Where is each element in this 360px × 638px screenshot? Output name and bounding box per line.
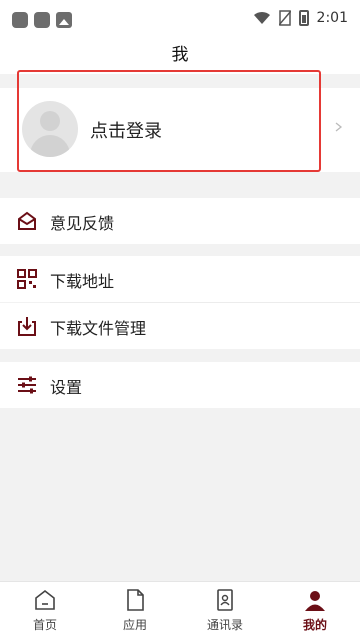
nav-tab-home[interactable]: 首页 — [0, 582, 90, 638]
avatar[interactable] — [22, 101, 78, 157]
menu-item-feedback[interactable]: 意见反馈 — [0, 198, 360, 244]
nav-tab-contacts[interactable]: 通讯录 — [180, 582, 270, 638]
nav-tab-mine[interactable]: 我的 — [270, 582, 360, 638]
document-icon — [127, 589, 144, 611]
battery-icon — [298, 10, 309, 26]
menu-label-feedback: 意见反馈 — [50, 214, 115, 233]
status-time: 2:01 — [316, 10, 348, 26]
menu-item-download-manager[interactable]: 下载文件管理 — [0, 303, 360, 349]
notification-icon — [12, 12, 28, 28]
status-bar: 2:01 — [0, 0, 360, 40]
nav-label-apps: 应用 — [122, 618, 147, 632]
qr-code-icon — [17, 269, 37, 289]
wifi-icon — [253, 11, 270, 24]
chevron-right-icon — [335, 122, 343, 132]
contacts-icon — [217, 589, 233, 611]
login-label[interactable]: 点击登录 — [90, 117, 162, 143]
menu-item-download-address[interactable]: 下载地址 — [0, 256, 360, 302]
avatar-head — [40, 111, 60, 131]
home-icon — [35, 589, 55, 610]
nav-label-mine: 我的 — [302, 618, 327, 632]
bottom-nav: 首页 应用 通讯录 我的 — [0, 581, 360, 638]
image-icon — [56, 12, 72, 28]
login-card[interactable]: 点击登录 — [0, 88, 360, 172]
no-sim-icon — [278, 10, 291, 26]
status-indicators: 2:01 — [253, 10, 348, 26]
download-icon — [18, 317, 36, 336]
nav-tab-apps[interactable]: 应用 — [90, 582, 180, 638]
user-icon — [305, 591, 325, 611]
menu-label-download-manager: 下载文件管理 — [50, 319, 147, 338]
nav-label-contacts: 通讯录 — [206, 618, 243, 632]
nav-label-home: 首页 — [32, 618, 57, 632]
notification-icon — [34, 12, 50, 28]
page-title: 我 — [171, 45, 189, 65]
menu-item-settings[interactable]: 设置 — [0, 362, 360, 408]
menu-label-download-address: 下载地址 — [50, 272, 115, 291]
title-bar: 我 — [0, 40, 360, 74]
avatar-body — [30, 135, 70, 157]
menu-label-settings: 设置 — [50, 378, 83, 397]
status-notifications — [12, 12, 72, 28]
mail-icon — [18, 211, 36, 230]
settings-sliders-icon — [18, 376, 36, 394]
